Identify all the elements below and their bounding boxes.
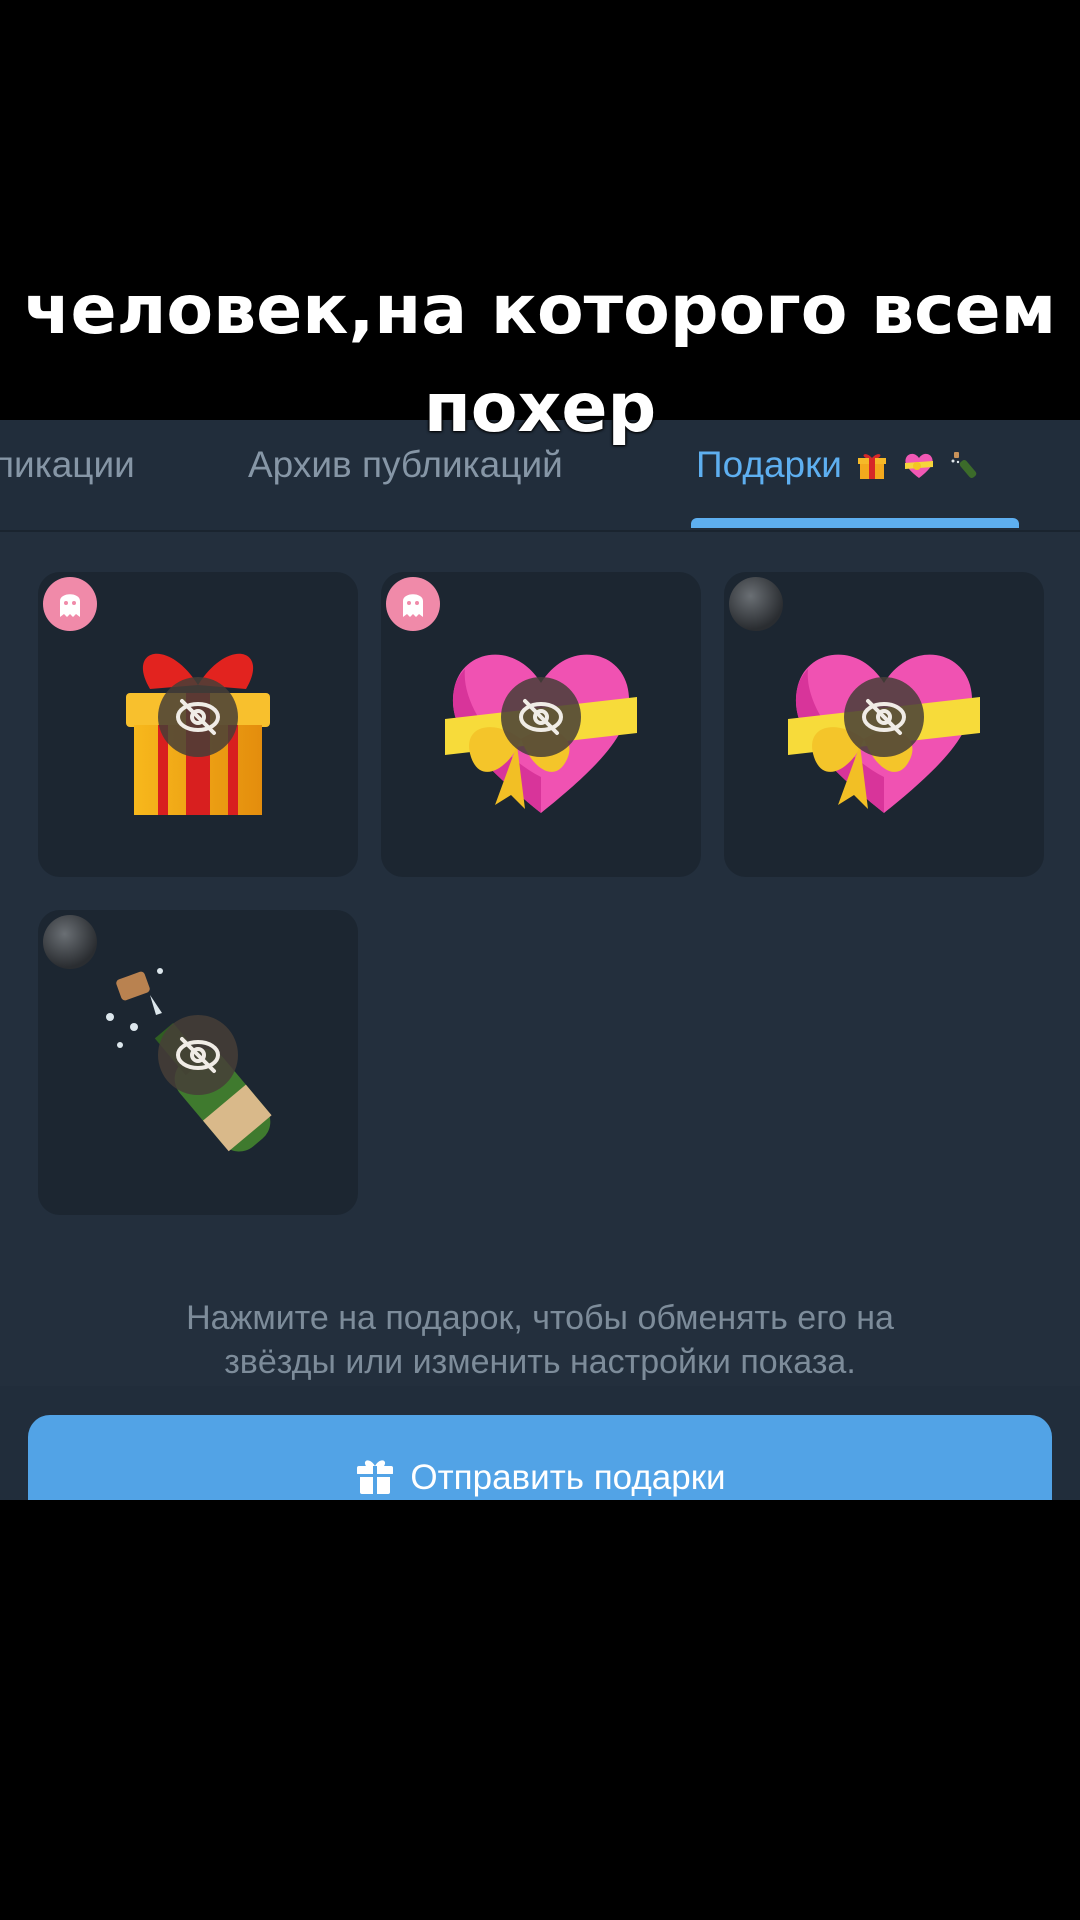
send-button-content: Отправить подарки	[28, 1455, 1052, 1498]
gifts-hint-text: Нажмите на подарок, чтобы обменять его н…	[90, 1296, 990, 1384]
gifts-screen: пикации Архив публикаций Подарки Нажмите…	[0, 420, 1080, 1500]
hidden-eye-icon	[844, 677, 924, 757]
ghost-badge-icon	[386, 577, 440, 631]
hint-line-1: Нажмите на подарок, чтобы обменять его н…	[186, 1299, 894, 1337]
active-tab-indicator	[691, 518, 1019, 528]
hidden-eye-icon	[158, 677, 238, 757]
hidden-eye-icon	[501, 677, 581, 757]
sender-avatar	[729, 577, 783, 631]
gift-card[interactable]	[38, 910, 358, 1215]
send-button-label: Отправить подарки	[410, 1458, 726, 1497]
ghost-badge-icon	[43, 577, 97, 631]
gift-card[interactable]	[38, 572, 358, 877]
gift-icon	[357, 1460, 394, 1494]
screen: человек,на которого всем похер пикации А…	[0, 0, 1080, 1920]
hidden-eye-icon	[158, 1015, 238, 1095]
send-gifts-button[interactable]: Отправить подарки	[28, 1415, 1052, 1500]
gift-card[interactable]	[381, 572, 701, 877]
meme-caption: человек,на которого всем похер	[0, 262, 1080, 458]
sender-avatar	[43, 915, 97, 969]
gift-card[interactable]	[724, 572, 1044, 877]
caption-line-1: человек,на которого всем	[23, 271, 1057, 350]
caption-line-2: похер	[423, 369, 657, 448]
hint-line-2: звёзды или изменить настройки показа.	[224, 1343, 856, 1381]
